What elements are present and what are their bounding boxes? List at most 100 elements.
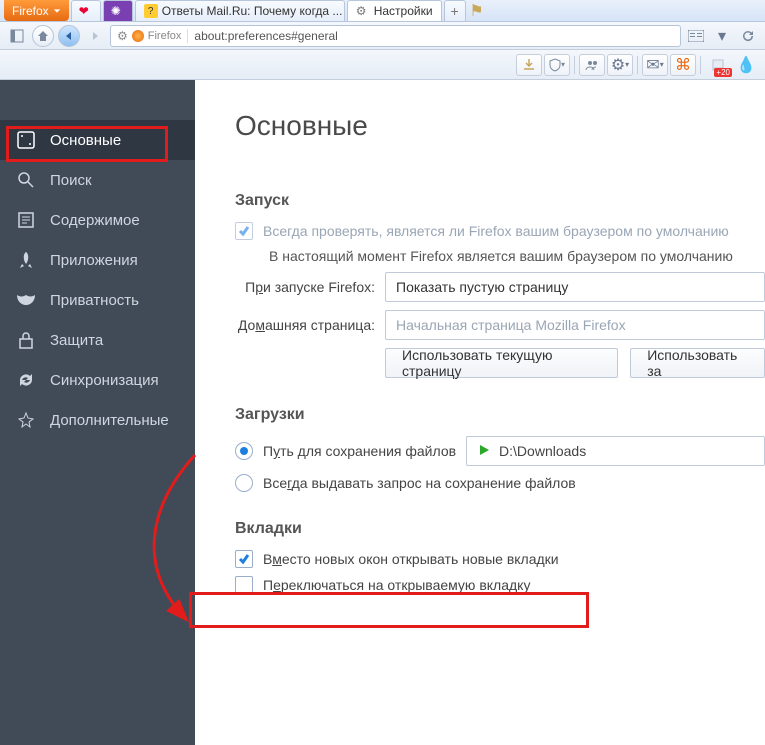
play-icon bbox=[477, 443, 491, 460]
addon-toolbar: ▾ ⚙▾ ✉▾ ⌘ +20 💧 bbox=[0, 50, 765, 80]
sidebar-item-label: Приложения bbox=[50, 252, 138, 269]
tab-4-title: Настройки bbox=[374, 4, 433, 18]
row-always-ask: Всегда выдавать запрос на сохранение фай… bbox=[235, 474, 765, 492]
select-startup-value: Показать пустую страницу bbox=[396, 279, 568, 295]
row-homepage-buttons: Использовать текущую страницу Использова… bbox=[385, 348, 765, 378]
row-switch-to-tab: Переключаться на открываемую вкладку bbox=[235, 576, 765, 594]
downloads-tray-icon[interactable] bbox=[516, 54, 542, 76]
sidebar-item-advanced[interactable]: Дополнительные bbox=[0, 400, 195, 440]
shield-icon[interactable]: ▾ bbox=[544, 54, 570, 76]
input-homepage-placeholder: Начальная страница Mozilla Firefox bbox=[396, 317, 626, 333]
sidebar-item-sync[interactable]: Синхронизация bbox=[0, 360, 195, 400]
sidebar-item-content[interactable]: Содержимое bbox=[0, 200, 195, 240]
tab-4[interactable]: ⚙ Настройки bbox=[347, 0, 442, 21]
sidebar-item-label: Приватность bbox=[50, 292, 139, 309]
globe-icon bbox=[132, 30, 144, 42]
page-title: Основные bbox=[235, 110, 765, 142]
label-always-ask: Всегда выдавать запрос на сохранение фай… bbox=[263, 475, 576, 491]
forward-button[interactable] bbox=[84, 25, 106, 47]
sidebar-item-label: Синхронизация bbox=[50, 372, 159, 389]
notifications-icon[interactable]: +20 bbox=[705, 54, 731, 76]
checkbox-always-check[interactable] bbox=[235, 222, 253, 240]
preferences-content: Основные Запуск Всегда проверять, являет… bbox=[195, 80, 765, 745]
new-tab-button[interactable]: + bbox=[444, 0, 466, 21]
label-switch-to-tab: Переключаться на открываемую вкладку bbox=[263, 577, 530, 593]
mail-icon[interactable]: ✉▾ bbox=[642, 54, 668, 76]
mail-icon: ? bbox=[144, 4, 158, 18]
sidebar-item-general[interactable]: Основные bbox=[0, 120, 195, 160]
home-button[interactable] bbox=[32, 25, 54, 47]
sidebar-item-search[interactable]: Поиск bbox=[0, 160, 195, 200]
chevron-down-icon bbox=[53, 7, 61, 15]
button-use-bookmark-label: Использовать за bbox=[647, 347, 748, 379]
sidebar-item-label: Поиск bbox=[50, 172, 92, 189]
preferences-pane: Основные Поиск Содержимое Приложения При… bbox=[0, 80, 765, 745]
gear-icon: ⚙ bbox=[117, 29, 128, 43]
button-use-current-label: Использовать текущую страницу bbox=[402, 347, 601, 379]
row-on-startup: При запуске Firefox: Показать пустую стр… bbox=[235, 272, 765, 302]
url-text: about:preferences#general bbox=[194, 29, 337, 43]
sidebar-toggle-button[interactable] bbox=[6, 25, 28, 47]
heart-icon: ❤ bbox=[79, 4, 93, 18]
settings-icon[interactable]: ⚙▾ bbox=[607, 54, 633, 76]
tab-strip: Firefox ❤ ✺ ? Ответы Mail.Ru: Почему ког… bbox=[0, 0, 765, 22]
toolbar-separator bbox=[574, 56, 575, 74]
reload-button[interactable] bbox=[737, 25, 759, 47]
sidebar-item-label: Защита bbox=[50, 332, 103, 349]
url-bar[interactable]: ⚙ Firefox about:preferences#general bbox=[110, 25, 681, 47]
rss-icon[interactable]: ⌘ bbox=[670, 54, 696, 76]
toolbar-separator bbox=[700, 56, 701, 74]
label-on-startup: При запуске Firefox: bbox=[235, 279, 375, 295]
label-open-in-tabs: Вместо новых окон открывать новые вкладк… bbox=[263, 551, 559, 567]
tab-2[interactable]: ✺ bbox=[103, 0, 133, 21]
tab-3-title: Ответы Mail.Ru: Почему когда ... bbox=[162, 4, 343, 18]
sync-icon bbox=[16, 370, 36, 390]
tab-1[interactable]: ❤ bbox=[71, 0, 101, 21]
back-button[interactable] bbox=[58, 25, 80, 47]
gear-icon: ⚙ bbox=[356, 4, 370, 18]
checkbox-switch-to-tab[interactable] bbox=[235, 576, 253, 594]
identity-label: Firefox bbox=[148, 30, 182, 42]
input-homepage[interactable]: Начальная страница Mozilla Firefox bbox=[385, 310, 765, 340]
checkbox-open-in-tabs[interactable] bbox=[235, 550, 253, 568]
input-save-path[interactable]: D:\Downloads bbox=[466, 436, 765, 466]
select-startup-action[interactable]: Показать пустую страницу bbox=[385, 272, 765, 302]
notifications-badge: +20 bbox=[714, 68, 732, 77]
label-always-check: Всегда проверять, является ли Firefox ва… bbox=[263, 223, 729, 239]
nav-toolbar: ⚙ Firefox about:preferences#general ▾ bbox=[0, 22, 765, 50]
tab-3[interactable]: ? Ответы Mail.Ru: Почему когда ... bbox=[135, 0, 345, 21]
radio-always-ask[interactable] bbox=[235, 474, 253, 492]
wizard-icon bbox=[16, 410, 36, 430]
tab-groups-button[interactable]: ⚑ bbox=[466, 0, 488, 21]
search-icon bbox=[16, 170, 36, 190]
sidebar-item-label: Основные bbox=[50, 132, 121, 149]
section-heading-tabs: Вкладки bbox=[235, 520, 765, 538]
swirl-icon: ✺ bbox=[111, 4, 125, 18]
toolbar-separator bbox=[637, 56, 638, 74]
mask-icon bbox=[16, 290, 36, 310]
lock-icon bbox=[16, 330, 36, 350]
reader-button[interactable] bbox=[685, 25, 707, 47]
annotation-highlight-tabs bbox=[189, 592, 589, 628]
button-use-bookmark[interactable]: Использовать за bbox=[630, 348, 765, 378]
sidebar-item-label: Содержимое bbox=[50, 212, 140, 229]
sidebar-item-privacy[interactable]: Приватность bbox=[0, 280, 195, 320]
radio-save-to[interactable] bbox=[235, 442, 253, 460]
sidebar-item-apps[interactable]: Приложения bbox=[0, 240, 195, 280]
dropdown-button[interactable]: ▾ bbox=[711, 25, 733, 47]
drop-icon[interactable]: 💧 bbox=[733, 54, 759, 76]
firefox-menu-button[interactable]: Firefox bbox=[4, 0, 69, 21]
general-icon bbox=[16, 130, 36, 150]
section-heading-downloads: Загрузки bbox=[235, 406, 765, 424]
row-save-path: Путь для сохранения файлов D:\Downloads bbox=[235, 436, 765, 466]
label-homepage: Домашняя страница: bbox=[235, 317, 375, 333]
categories-sidebar: Основные Поиск Содержимое Приложения При… bbox=[0, 80, 195, 745]
button-use-current[interactable]: Использовать текущую страницу bbox=[385, 348, 618, 378]
section-heading-startup: Запуск bbox=[235, 192, 765, 210]
identity-box[interactable]: ⚙ Firefox bbox=[115, 29, 188, 43]
firefox-menu-label: Firefox bbox=[12, 4, 49, 18]
sidebar-item-security[interactable]: Защита bbox=[0, 320, 195, 360]
users-icon[interactable] bbox=[579, 54, 605, 76]
label-save-to: Путь для сохранения файлов bbox=[263, 443, 456, 459]
save-path-value: D:\Downloads bbox=[499, 443, 586, 459]
